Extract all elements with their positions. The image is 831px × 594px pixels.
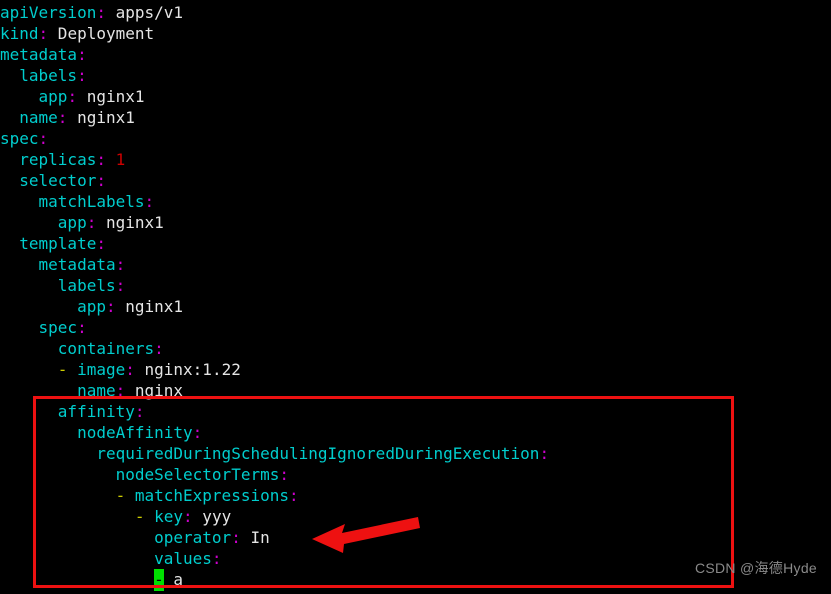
code-line: name: nginx xyxy=(0,380,831,401)
yaml-key: metadata xyxy=(0,45,78,64)
yaml-colon: : xyxy=(231,528,241,547)
yaml-key: image xyxy=(77,360,126,379)
yaml-key: key xyxy=(154,507,184,526)
code-line: spec: xyxy=(0,317,831,338)
yaml-key: operator xyxy=(154,528,232,547)
yaml-value: nginx xyxy=(125,381,184,400)
yaml-key: apiVersion xyxy=(0,3,97,22)
code-line: - key: yyy xyxy=(0,506,831,527)
yaml-key: matchExpressions xyxy=(134,486,289,505)
yaml-colon: : xyxy=(77,45,87,64)
yaml-value: nginx1 xyxy=(77,87,145,106)
yaml-colon: : xyxy=(125,360,135,379)
yaml-key: metadata xyxy=(38,255,116,274)
yaml-value: 1 xyxy=(105,150,126,169)
yaml-value: apps/v1 xyxy=(105,3,184,22)
yaml-colon: : xyxy=(288,486,299,505)
yaml-key: values xyxy=(154,549,212,568)
code-line: app: nginx1 xyxy=(0,86,831,107)
code-line: selector: xyxy=(0,170,831,191)
yaml-value: a xyxy=(163,570,184,589)
code-line: labels: xyxy=(0,65,831,86)
yaml-colon: : xyxy=(57,108,68,127)
code-line: replicas: 1 xyxy=(0,149,831,170)
yaml-key: spec xyxy=(38,318,78,337)
yaml-colon: : xyxy=(96,150,106,169)
yaml-colon: : xyxy=(144,192,155,211)
terminal-screenshot: apiVersion: apps/v1 kind: Deployment metad… xyxy=(0,0,831,594)
yaml-key: labels xyxy=(19,66,78,85)
yaml-colon: : xyxy=(67,87,78,106)
code-line: spec: xyxy=(0,128,831,149)
yaml-value: nginx1 xyxy=(115,297,184,316)
yaml-value: In xyxy=(240,528,270,547)
code-line: operator: In xyxy=(0,527,831,548)
list-dash: - xyxy=(134,507,155,526)
yaml-colon: : xyxy=(183,507,193,526)
yaml-code-block: apiVersion: apps/v1 kind: Deployment metad… xyxy=(0,0,831,591)
yaml-key: template xyxy=(19,234,97,253)
yaml-key: name xyxy=(19,108,58,127)
code-line: name: nginx1 xyxy=(0,107,831,128)
yaml-colon: : xyxy=(96,3,106,22)
yaml-value: Deployment xyxy=(48,24,155,43)
code-line: nodeSelectorTerms: xyxy=(0,464,831,485)
yaml-key: labels xyxy=(57,276,116,295)
yaml-key: app xyxy=(57,213,87,232)
yaml-key: containers xyxy=(57,339,155,358)
yaml-key: kind xyxy=(0,24,39,43)
yaml-colon: : xyxy=(38,24,49,43)
code-line: matchLabels: xyxy=(0,191,831,212)
yaml-key: nodeSelectorTerms xyxy=(115,465,280,484)
code-line: nodeAffinity: xyxy=(0,422,831,443)
code-line: requiredDuringSchedulingIgnoredDuringExe… xyxy=(0,443,831,464)
code-line: kind: Deployment xyxy=(0,23,831,44)
yaml-colon: : xyxy=(279,465,289,484)
code-line: apiVersion: apps/v1 xyxy=(0,2,831,23)
list-dash: - xyxy=(57,360,78,379)
yaml-value: nginx:1.22 xyxy=(134,360,241,379)
yaml-colon: : xyxy=(105,297,116,316)
code-line: labels: xyxy=(0,275,831,296)
yaml-colon: : xyxy=(134,402,145,421)
yaml-key: replicas xyxy=(19,150,97,169)
yaml-key: spec xyxy=(0,129,39,148)
yaml-colon: : xyxy=(96,171,106,190)
yaml-colon: : xyxy=(154,339,164,358)
code-line: containers: xyxy=(0,338,831,359)
yaml-colon: : xyxy=(211,549,222,568)
code-line: app: nginx1 xyxy=(0,296,831,317)
yaml-key: name xyxy=(77,381,116,400)
yaml-colon: : xyxy=(38,129,49,148)
yaml-colon: : xyxy=(539,444,550,463)
yaml-colon: : xyxy=(77,66,87,85)
yaml-key: app xyxy=(77,297,106,316)
code-line: - image: nginx:1.22 xyxy=(0,359,831,380)
code-line: template: xyxy=(0,233,831,254)
code-line: affinity: xyxy=(0,401,831,422)
yaml-colon: : xyxy=(96,234,106,253)
yaml-key: affinity xyxy=(57,402,135,421)
yaml-key: selector xyxy=(19,171,97,190)
yaml-colon: : xyxy=(115,276,126,295)
list-dash: - xyxy=(115,486,135,505)
code-line: - matchExpressions: xyxy=(0,485,831,506)
yaml-key: app xyxy=(38,87,68,106)
yaml-value: yyy xyxy=(192,507,232,526)
yaml-key: requiredDuringSchedulingIgnoredDuringExe… xyxy=(96,444,540,463)
yaml-colon: : xyxy=(192,423,203,442)
yaml-colon: : xyxy=(115,381,126,400)
yaml-colon: : xyxy=(77,318,87,337)
yaml-value: nginx1 xyxy=(67,108,135,127)
code-line: app: nginx1 xyxy=(0,212,831,233)
yaml-key: nodeAffinity xyxy=(77,423,193,442)
code-line: metadata: xyxy=(0,44,831,65)
yaml-colon: : xyxy=(86,213,97,232)
yaml-value: nginx1 xyxy=(96,213,164,232)
terminal-cursor: - xyxy=(154,569,164,591)
yaml-colon: : xyxy=(115,255,126,274)
code-line: metadata: xyxy=(0,254,831,275)
csdn-watermark: CSDN @海德Hyde xyxy=(694,560,817,576)
yaml-key: matchLabels xyxy=(38,192,145,211)
